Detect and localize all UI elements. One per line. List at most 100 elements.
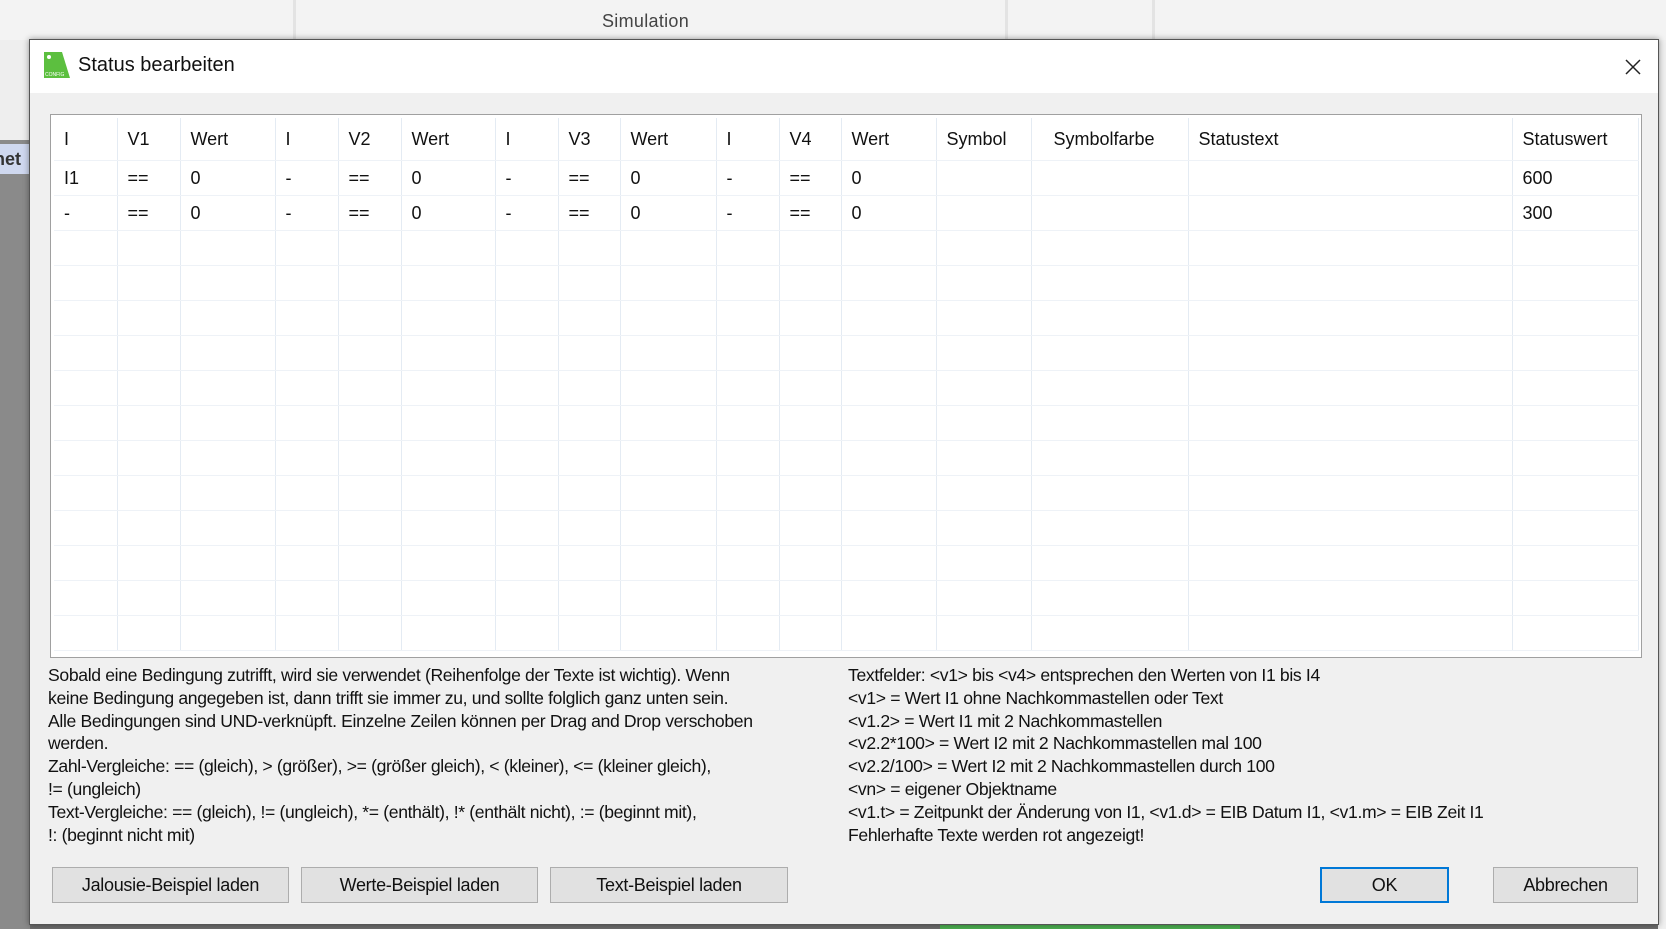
table-cell[interactable]	[936, 195, 1032, 231]
table-cell[interactable]	[401, 405, 496, 441]
table-cell[interactable]	[779, 370, 842, 406]
table-cell[interactable]	[275, 230, 339, 266]
table-cell[interactable]	[180, 615, 276, 651]
table-cell[interactable]	[1031, 230, 1189, 266]
table-cell[interactable]	[841, 510, 937, 546]
table-cell[interactable]	[338, 510, 402, 546]
table-cell[interactable]	[1512, 510, 1639, 546]
table-cell[interactable]: -	[716, 195, 780, 231]
table-cell[interactable]	[716, 545, 780, 581]
table-cell[interactable]	[558, 580, 621, 616]
table-cell[interactable]	[1188, 335, 1513, 371]
table-cell[interactable]	[1512, 335, 1639, 371]
table-cell[interactable]	[1031, 370, 1189, 406]
table-cell[interactable]	[716, 230, 780, 266]
table-cell[interactable]	[620, 300, 717, 336]
title-bar[interactable]: CONFIG Status bearbeiten	[30, 40, 1658, 93]
empty-table-row[interactable]	[54, 370, 1639, 406]
table-cell[interactable]: 600	[1512, 160, 1639, 196]
table-cell[interactable]	[716, 300, 780, 336]
table-cell[interactable]	[620, 440, 717, 476]
table-cell[interactable]	[841, 265, 937, 301]
table-cell[interactable]	[401, 265, 496, 301]
table-cell[interactable]: 0	[620, 195, 717, 231]
status-grid[interactable]: I V1 Wert I V2 Wert I V3 Wert I V4 Wert Symbol Symbol…	[50, 114, 1642, 658]
table-cell[interactable]: 0	[401, 160, 496, 196]
empty-table-row[interactable]	[54, 265, 1639, 301]
table-cell[interactable]	[338, 615, 402, 651]
table-cell[interactable]	[1188, 265, 1513, 301]
table-cell[interactable]	[180, 545, 276, 581]
table-cell[interactable]	[338, 265, 402, 301]
table-cell[interactable]	[1188, 545, 1513, 581]
table-cell[interactable]: 0	[841, 160, 937, 196]
table-cell[interactable]	[275, 265, 339, 301]
table-cell[interactable]	[1512, 230, 1639, 266]
table-cell[interactable]	[1512, 545, 1639, 581]
table-cell[interactable]	[1031, 615, 1189, 651]
column-header-v3[interactable]: V3	[558, 118, 621, 161]
table-cell[interactable]	[1512, 370, 1639, 406]
table-cell[interactable]: -	[495, 160, 559, 196]
table-cell[interactable]	[338, 370, 402, 406]
table-cell[interactable]	[117, 370, 181, 406]
table-cell[interactable]	[54, 440, 118, 476]
table-cell[interactable]	[1031, 475, 1189, 511]
table-cell[interactable]	[401, 615, 496, 651]
column-header-i[interactable]: I	[275, 118, 339, 161]
load-jalousie-example-button[interactable]: Jalousie-Beispiel laden	[52, 867, 289, 903]
table-cell[interactable]	[495, 510, 559, 546]
table-cell[interactable]	[54, 230, 118, 266]
table-cell[interactable]	[936, 545, 1032, 581]
table-cell[interactable]	[620, 335, 717, 371]
table-cell[interactable]	[275, 475, 339, 511]
table-cell[interactable]	[1512, 265, 1639, 301]
table-cell[interactable]	[1031, 580, 1189, 616]
table-cell[interactable]	[338, 475, 402, 511]
table-cell[interactable]	[338, 545, 402, 581]
table-cell[interactable]	[620, 615, 717, 651]
table-cell[interactable]	[841, 405, 937, 441]
table-cell[interactable]	[620, 545, 717, 581]
table-cell[interactable]	[495, 230, 559, 266]
table-cell[interactable]	[779, 510, 842, 546]
table-cell[interactable]	[275, 580, 339, 616]
table-cell[interactable]	[779, 475, 842, 511]
table-cell[interactable]	[117, 615, 181, 651]
table-cell[interactable]	[558, 335, 621, 371]
column-header-v4[interactable]: V4	[779, 118, 842, 161]
table-cell[interactable]	[716, 335, 780, 371]
table-cell[interactable]	[620, 475, 717, 511]
table-cell[interactable]	[117, 335, 181, 371]
table-cell[interactable]	[275, 440, 339, 476]
table-cell[interactable]	[620, 510, 717, 546]
table-cell[interactable]	[1512, 300, 1639, 336]
table-cell[interactable]	[275, 300, 339, 336]
table-cell[interactable]	[54, 370, 118, 406]
table-cell[interactable]	[54, 615, 118, 651]
table-cell[interactable]	[779, 440, 842, 476]
table-cell[interactable]	[275, 510, 339, 546]
table-cell[interactable]: ==	[338, 195, 402, 231]
table-cell[interactable]	[936, 580, 1032, 616]
empty-table-row[interactable]	[54, 300, 1639, 336]
empty-table-row[interactable]	[54, 510, 1639, 546]
table-cell[interactable]	[401, 370, 496, 406]
table-cell[interactable]	[716, 370, 780, 406]
table-cell[interactable]	[180, 475, 276, 511]
table-cell[interactable]	[117, 230, 181, 266]
table-cell[interactable]	[558, 370, 621, 406]
table-cell[interactable]	[779, 300, 842, 336]
table-cell[interactable]	[401, 545, 496, 581]
table-cell[interactable]	[54, 300, 118, 336]
table-cell[interactable]	[117, 300, 181, 336]
empty-table-row[interactable]	[54, 545, 1639, 581]
table-cell[interactable]	[338, 335, 402, 371]
table-cell[interactable]	[117, 440, 181, 476]
table-cell[interactable]	[779, 580, 842, 616]
table-cell[interactable]	[620, 265, 717, 301]
table-cell[interactable]	[1031, 545, 1189, 581]
empty-table-row[interactable]	[54, 440, 1639, 476]
column-header-v2[interactable]: V2	[338, 118, 402, 161]
table-cell[interactable]	[716, 615, 780, 651]
